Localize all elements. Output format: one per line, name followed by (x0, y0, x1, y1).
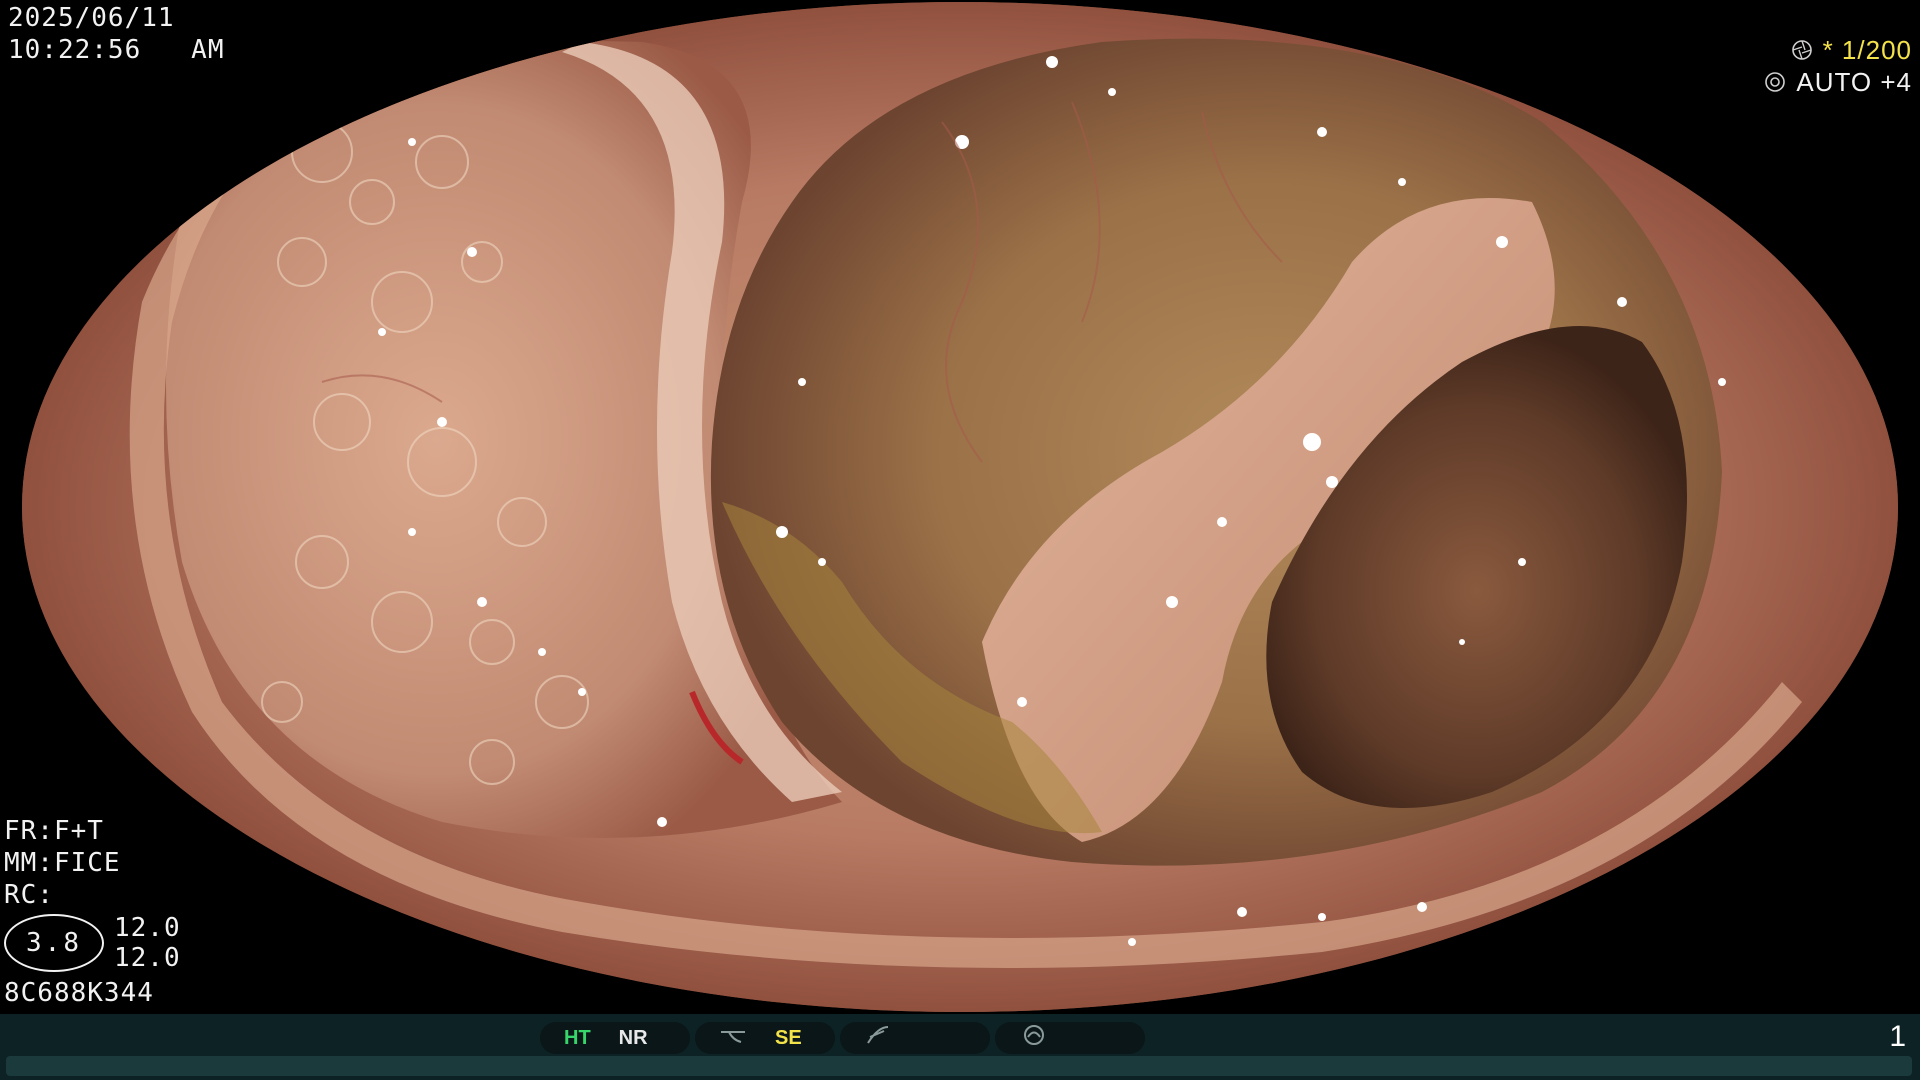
time-text: 10:22:56 AM (8, 35, 225, 65)
aperture-icon (1791, 40, 1812, 60)
frame-rate-label: FR:F+T (4, 816, 104, 846)
exposure-overlay: * 1/200 AUTO +4 (1764, 34, 1912, 98)
zoom-badge: 3.8 (4, 914, 104, 972)
serial-number: 8C688K344 (4, 978, 154, 1008)
se-indicator: SE (695, 1022, 835, 1054)
status-indicators: HT NR SE 1 (0, 1018, 1920, 1054)
gauge-indicator (995, 1022, 1145, 1054)
status-track (6, 1056, 1912, 1076)
iris-icon (1765, 72, 1786, 92)
mode-row: AUTO +4 (1764, 66, 1912, 98)
colon-lumen-image (22, 2, 1898, 1012)
ht-label: HT (564, 1026, 591, 1049)
shutter-prefix: * (1822, 35, 1834, 65)
endoscopy-screen: 2025/06/11 10:22:56 AM * 1/200 AUTO +4 F… (0, 0, 1920, 1080)
zoom-value-1: 12.0 (114, 913, 181, 943)
endoscopy-image (22, 2, 1898, 1012)
se-label: SE (775, 1026, 802, 1049)
status-bar: HT NR SE 1 (0, 1014, 1920, 1080)
mode-label: MM:FICE (4, 848, 121, 878)
exposure-mode: AUTO +4 (1796, 67, 1912, 97)
zoom-value-2: 12.0 (114, 943, 181, 973)
ht-nr-indicator: HT NR (540, 1022, 690, 1054)
settings-overlay: FR:F+T MM:FICE RC: 3.8 12.0 12.0 8C688K3… (4, 815, 181, 1009)
structure-enhance-icon (719, 1026, 747, 1050)
shutter-value: 1/200 (1841, 35, 1912, 65)
shutter-row: * 1/200 (1764, 34, 1912, 66)
datetime-overlay: 2025/06/11 10:22:56 AM (8, 2, 225, 66)
rc-label: RC: (4, 880, 54, 910)
curve-indicator (840, 1022, 990, 1054)
gauge-icon (1019, 1024, 1049, 1052)
page-number: 1 (1889, 1020, 1906, 1053)
zoom-values: 12.0 12.0 (114, 913, 181, 973)
curve-icon (864, 1025, 892, 1051)
date-text: 2025/06/11 (8, 3, 175, 33)
nr-label: NR (618, 1026, 648, 1049)
zoom-row: 3.8 12.0 12.0 (4, 913, 181, 973)
